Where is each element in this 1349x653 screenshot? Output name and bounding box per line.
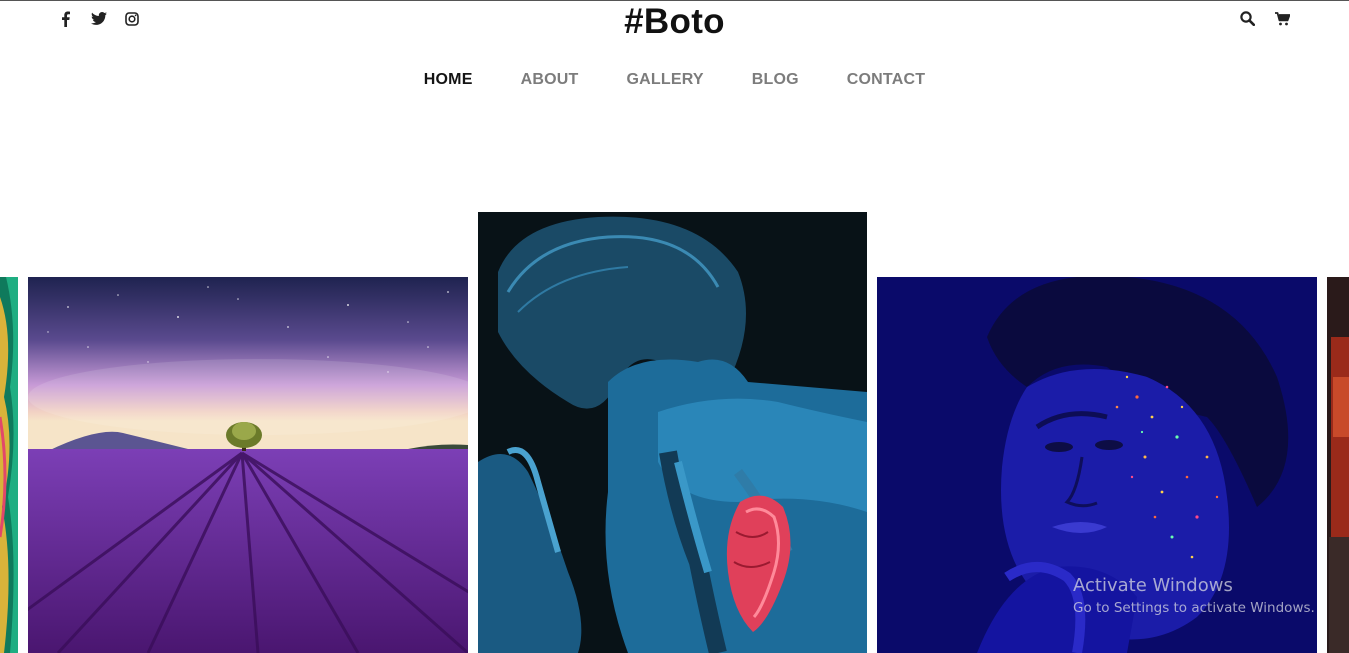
social-links [56,9,141,28]
nav-item-contact-label: CONTACT [846,71,926,88]
activate-windows-title: Activate Windows [1073,575,1233,596]
nav-item-gallery-label: GALLERY [626,71,704,88]
nav-item-about[interactable]: ABOUT [521,71,579,89]
nav-item-contact[interactable]: CONTACT [847,71,925,89]
nav-item-about-label: ABOUT [520,71,579,88]
cart-icon[interactable] [1274,10,1291,27]
nav-item-blog[interactable]: BLOG [752,71,799,89]
main-nav: HOME ABOUT GALLERY BLOG CONTACT [0,71,1349,89]
instagram-icon[interactable] [122,9,141,28]
activate-windows-watermark: Activate Windows Go to Settings to activ… [1073,575,1315,618]
header-tools [1239,10,1291,27]
top-border [0,0,1349,1]
search-icon[interactable] [1239,10,1256,27]
nav-item-gallery[interactable]: GALLERY [626,71,703,89]
nav-item-home-label: HOME [423,71,473,88]
nav-item-home[interactable]: HOME [421,71,476,89]
gallery-image-leaves-edge[interactable] [0,277,18,653]
twitter-icon[interactable] [89,9,108,28]
gallery-image-lavender-field[interactable] [28,277,468,653]
facebook-icon[interactable] [56,9,75,28]
site-logo: #Boto [0,2,1349,42]
activate-windows-subtitle: Go to Settings to activate Windows. [1073,600,1315,616]
gallery-image-red-edge[interactable] [1327,277,1349,653]
nav-item-blog-label: BLOG [751,71,799,88]
site-logo-text[interactable]: #Boto [624,2,725,41]
gallery-image-man-heart[interactable] [478,212,867,653]
